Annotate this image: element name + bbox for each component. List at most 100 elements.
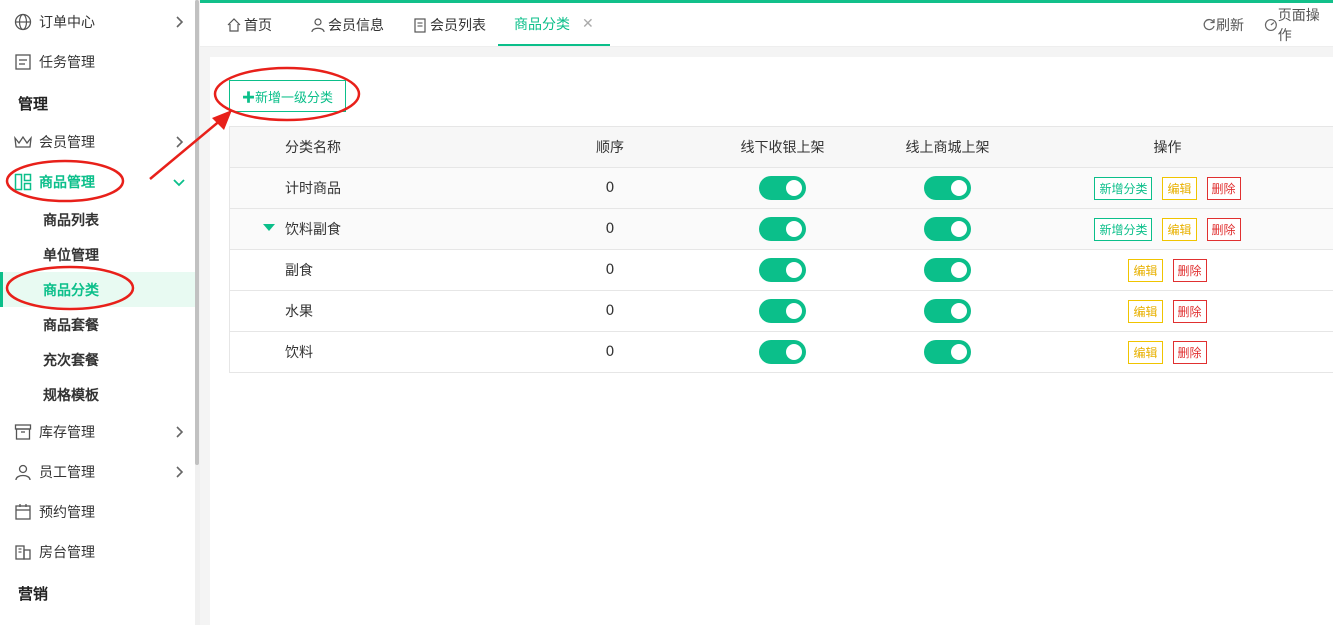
grid-icon <box>13 172 33 192</box>
row-ops: 编辑 删除 <box>1060 250 1275 290</box>
crown-icon <box>13 132 33 152</box>
header-online: 线上商城上架 <box>905 140 990 156</box>
row-name: 饮料 <box>285 345 313 361</box>
app-root: 订单中心 任务管理 管理 会员管理 商品管理 商品列表 单位管理 商品分类 商品… <box>0 0 1333 625</box>
row-name: 水果 <box>285 304 313 320</box>
table-header: 分类名称 顺序 线下收银上架 线上商城上架 操作 <box>230 127 1333 168</box>
refresh-button[interactable]: 刷新 <box>1202 3 1244 46</box>
offline-shelf-toggle[interactable] <box>759 340 806 364</box>
sidebar-item-inventory[interactable]: 库存管理 <box>0 414 195 450</box>
refresh-icon <box>1203 18 1215 30</box>
delete-button[interactable]: 删除 <box>1206 176 1241 200</box>
tab-label: 会员信息 <box>328 17 384 34</box>
online-shelf-toggle[interactable] <box>924 176 971 200</box>
online-shelf-toggle[interactable] <box>924 299 971 323</box>
row-ops: 编辑 删除 <box>1060 332 1275 372</box>
tab-home[interactable]: 首页 <box>226 3 272 46</box>
sidebar-item-goods[interactable]: 商品管理 <box>0 164 195 200</box>
chevron-right-icon <box>176 426 184 438</box>
user-icon <box>311 17 325 32</box>
chevron-right-icon <box>176 136 184 148</box>
chevron-right-icon <box>176 466 184 478</box>
row-name: 副食 <box>285 263 313 279</box>
online-toggle-cell <box>885 209 1010 249</box>
sidebar-item-label: 预约管理 <box>39 505 95 521</box>
section-title-manage: 管理 <box>18 95 49 113</box>
table-row: 计时商品 0 新增分类 编辑 删除 <box>230 168 1333 209</box>
sidebar-subitem-goods-list[interactable]: 商品列表 <box>0 202 195 237</box>
sidebar-subitem-goods-package[interactable]: 商品套餐 <box>0 307 195 342</box>
edit-button[interactable]: 编辑 <box>1128 340 1163 364</box>
tab-label: 首页 <box>244 17 272 34</box>
offline-shelf-toggle[interactable] <box>759 217 806 241</box>
sidebar-subitem-goods-category[interactable]: 商品分类 <box>0 272 195 307</box>
sidebar-item-label: 订单中心 <box>39 15 95 31</box>
offline-toggle-cell <box>720 291 845 331</box>
header-ops: 操作 <box>1153 140 1182 156</box>
row-name: 饮料副食 <box>285 222 341 238</box>
header-order: 顺序 <box>596 140 624 156</box>
sidebar-subitem-recharge-package[interactable]: 充次套餐 <box>0 342 195 377</box>
online-shelf-toggle[interactable] <box>924 340 971 364</box>
category-table: 分类名称 顺序 线下收银上架 线上商城上架 操作 计时商品 0 新增分类 编辑 … <box>229 126 1333 373</box>
offline-shelf-toggle[interactable] <box>759 258 806 282</box>
sidebar-subitem-units[interactable]: 单位管理 <box>0 237 195 272</box>
sidebar-item-staff[interactable]: 员工管理 <box>0 454 195 490</box>
edit-button[interactable]: 编辑 <box>1128 299 1163 323</box>
delete-button[interactable]: 删除 <box>1206 217 1241 241</box>
online-shelf-toggle[interactable] <box>924 258 971 282</box>
sidebar-scrollbar-thumb[interactable] <box>195 0 199 465</box>
edit-button[interactable]: 编辑 <box>1162 176 1197 200</box>
row-order: 0 <box>605 344 615 360</box>
add-subcategory-button[interactable]: 新增分类 <box>1094 176 1153 200</box>
task-icon <box>13 52 33 72</box>
offline-shelf-toggle[interactable] <box>759 176 806 200</box>
user-icon <box>13 462 33 482</box>
sidebar-item-label: 任务管理 <box>39 55 95 71</box>
offline-shelf-toggle[interactable] <box>759 299 806 323</box>
online-toggle-cell <box>885 168 1010 208</box>
calendar-icon <box>13 502 33 522</box>
header-offline: 线下收银上架 <box>740 140 825 156</box>
sidebar-item-rooms[interactable]: 房台管理 <box>0 534 195 570</box>
page-ops-label: 页面操作 <box>1277 7 1320 44</box>
expand-triangle-icon[interactable] <box>263 224 275 231</box>
tab-goods-category[interactable]: 商品分类 ✕ <box>498 3 610 46</box>
sidebar-item-label: 库存管理 <box>39 425 95 441</box>
sidebar-item-label: 商品管理 <box>39 175 95 191</box>
sidebar-subitem-spec-template[interactable]: 规格模板 <box>0 377 195 412</box>
header-name: 分类名称 <box>285 140 341 156</box>
sidebar-item-label: 会员管理 <box>39 135 95 151</box>
tab-member-info[interactable]: 会员信息 <box>310 3 384 46</box>
building-icon <box>13 542 33 562</box>
table-row: 饮料副食 0 新增分类 编辑 删除 <box>230 209 1333 250</box>
table-row: 副食 0 编辑 删除 <box>230 250 1333 291</box>
add-top-category-button[interactable]: ✚新增一级分类 <box>229 80 346 112</box>
add-subcategory-button[interactable]: 新增分类 <box>1094 217 1153 241</box>
close-icon[interactable]: ✕ <box>582 16 594 32</box>
row-ops: 新增分类 编辑 删除 <box>1060 209 1275 249</box>
section-title-marketing: 营销 <box>18 585 49 603</box>
sidebar-item-tasks[interactable]: 任务管理 <box>0 44 195 80</box>
sidebar-item-booking[interactable]: 预约管理 <box>0 494 195 530</box>
online-shelf-toggle[interactable] <box>924 217 971 241</box>
clipboard-icon <box>414 17 426 33</box>
delete-button[interactable]: 删除 <box>1172 299 1207 323</box>
sidebar-item-orders[interactable]: 订单中心 <box>0 4 195 40</box>
edit-button[interactable]: 编辑 <box>1128 258 1163 282</box>
online-toggle-cell <box>885 332 1010 372</box>
row-name: 计时商品 <box>285 181 341 197</box>
page-ops-button[interactable]: 页面操作 <box>1264 3 1333 46</box>
tab-member-list[interactable]: 会员列表 <box>412 3 486 46</box>
delete-button[interactable]: 删除 <box>1172 258 1207 282</box>
gauge-icon <box>1264 18 1277 31</box>
chevron-down-icon <box>173 179 185 187</box>
edit-button[interactable]: 编辑 <box>1162 217 1197 241</box>
table-row: 水果 0 编辑 删除 <box>230 291 1333 332</box>
refresh-label: 刷新 <box>1216 17 1244 34</box>
delete-button[interactable]: 删除 <box>1172 340 1207 364</box>
row-ops: 编辑 删除 <box>1060 291 1275 331</box>
row-order: 0 <box>605 303 615 319</box>
sidebar-item-members[interactable]: 会员管理 <box>0 124 195 160</box>
row-ops: 新增分类 编辑 删除 <box>1060 168 1275 208</box>
